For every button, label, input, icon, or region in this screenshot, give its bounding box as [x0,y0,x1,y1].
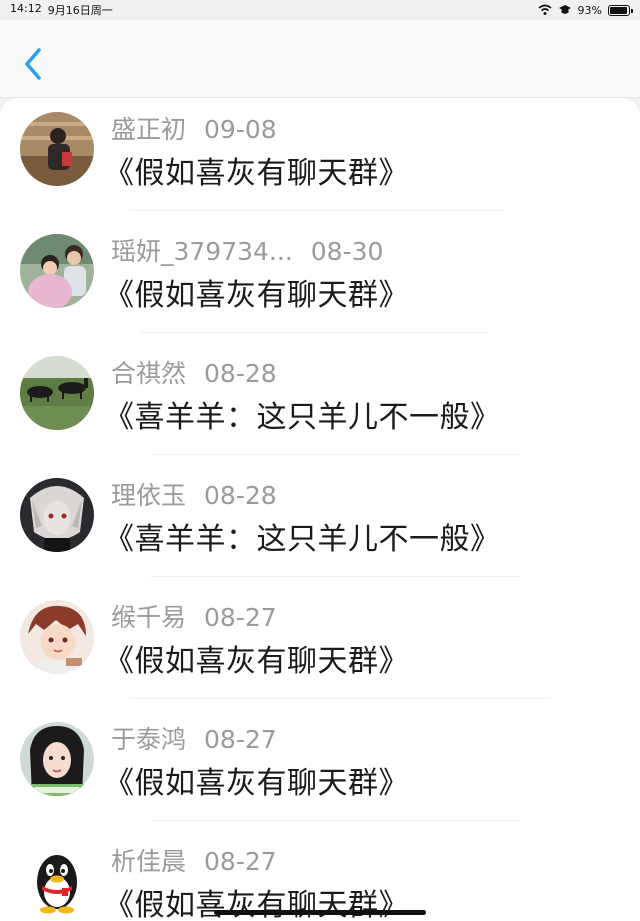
item-title[interactable]: 《假如喜灰有聊天群》 [104,270,409,314]
status-bar: 14:12 9月16日周一 93% [0,0,640,20]
nav-bar [0,20,640,98]
back-button[interactable] [18,46,48,82]
item-title[interactable]: 《假如喜灰有聊天群》 [104,148,409,192]
item-title[interactable]: 《假如喜灰有聊天群》 [104,636,409,680]
avatar-anime-icon[interactable] [20,600,94,674]
item-date: 09-08 [204,115,277,144]
avatar-photo-icon[interactable] [20,112,94,186]
user-name[interactable]: 瑶妍_379734... [111,232,293,268]
battery-percent: 93% [577,3,602,17]
wifi-icon [538,4,552,15]
item-date: 08-27 [204,725,277,754]
item-meta: 合祺然 08-28 [111,354,277,388]
list-item[interactable]: 合祺然 08-28 《喜羊羊：这只羊儿不一般》 [0,342,640,464]
item-meta: 瑶妍_379734... 08-30 [111,232,384,266]
list-item[interactable]: 瑶妍_379734... 08-30 《假如喜灰有聊天群》 [0,220,640,342]
graduation-cap-icon [558,5,571,14]
item-title[interactable]: 《假如喜灰有聊天群》 [104,758,409,802]
divider [150,454,520,455]
list-item[interactable]: 缑千易 08-27 《假如喜灰有聊天群》 [0,586,640,708]
item-title[interactable]: 《喜羊羊：这只羊儿不一般》 [104,392,501,436]
item-meta: 理依玉 08-28 [111,476,277,510]
divider [130,698,550,699]
list-item[interactable]: 于泰鸿 08-27 《假如喜灰有聊天群》 [0,708,640,830]
item-title[interactable]: 《喜羊羊：这只羊儿不一般》 [104,514,501,558]
avatar-portrait-icon[interactable] [20,722,94,796]
user-name[interactable]: 于泰鸿 [111,720,186,756]
item-date: 08-28 [204,359,277,388]
item-meta: 于泰鸿 08-27 [111,720,277,754]
status-date: 9月16日周一 [47,4,113,17]
item-date: 08-27 [204,847,277,876]
divider [140,332,490,333]
divider [130,210,504,211]
chevron-left-icon [25,48,41,80]
comment-list: 盛正初 09-08 《假如喜灰有聊天群》 瑶妍_379734... 08-30 … [0,98,640,921]
battery-icon [608,4,633,16]
penguin-icon[interactable] [20,844,94,918]
list-item[interactable]: 析佳晨 08-27 《假如喜灰有聊天群》 [0,830,640,921]
divider [150,820,520,821]
list-item[interactable]: 理依玉 08-28 《喜羊羊：这只羊儿不一般》 [0,464,640,586]
item-meta: 缑千易 08-27 [111,598,277,632]
battery-fill [610,6,627,14]
item-date: 08-30 [310,237,384,266]
status-time: 14:12 [10,2,42,15]
item-date: 08-28 [204,481,277,510]
user-name[interactable]: 理依玉 [111,476,186,512]
item-date: 08-27 [204,603,277,632]
user-name[interactable]: 合祺然 [111,354,186,390]
user-name[interactable]: 缑千易 [111,598,186,634]
list-item[interactable]: 盛正初 09-08 《假如喜灰有聊天群》 [0,98,640,220]
user-name[interactable]: 析佳晨 [111,842,186,878]
item-meta: 盛正初 09-08 [111,110,277,144]
avatar-horses-icon[interactable] [20,356,94,430]
avatar-anime-icon[interactable] [20,478,94,552]
avatar-photo-icon[interactable] [20,234,94,308]
home-indicator[interactable] [214,910,426,915]
divider [150,576,520,577]
user-name[interactable]: 盛正初 [111,110,186,146]
item-meta: 析佳晨 08-27 [111,842,277,876]
